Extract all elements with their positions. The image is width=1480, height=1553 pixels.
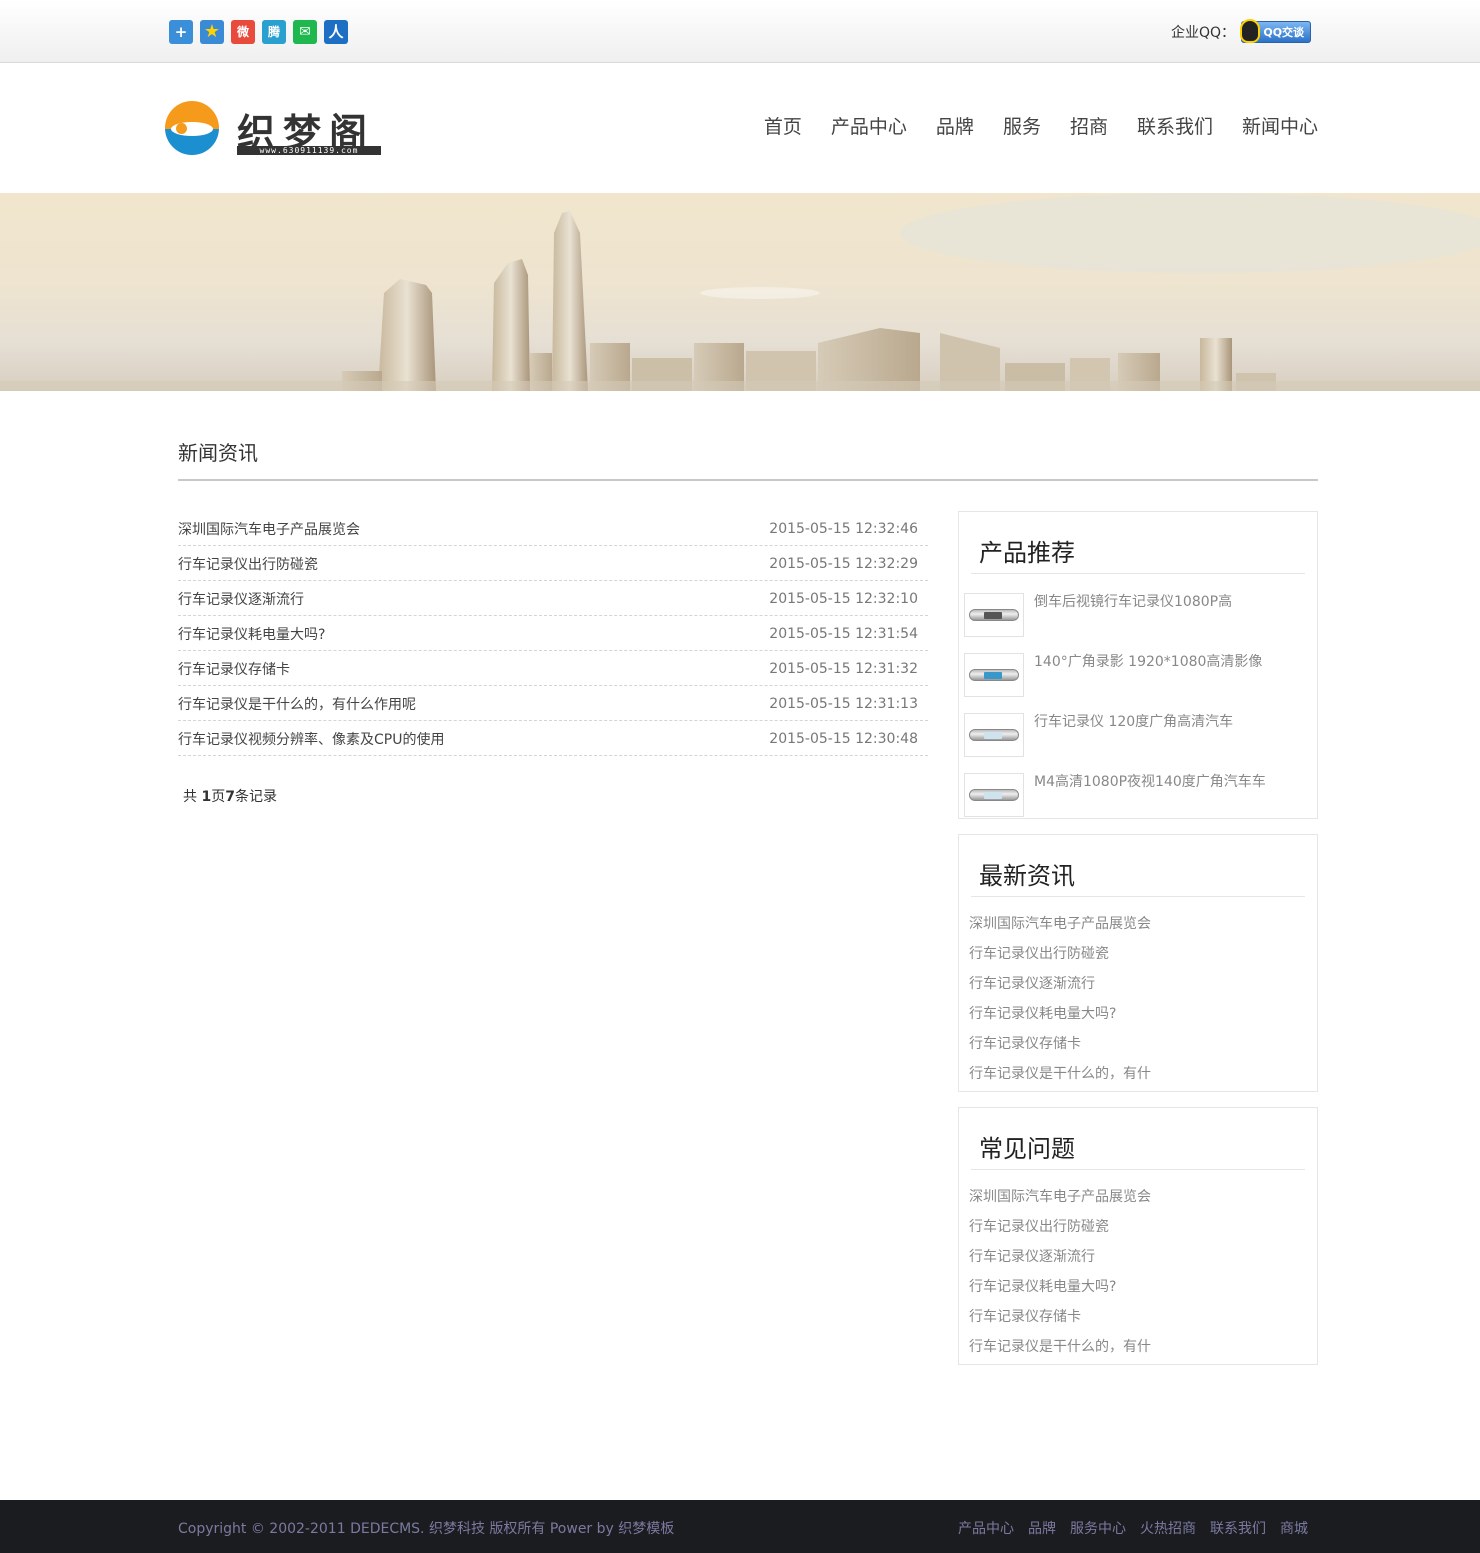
nav-brand[interactable]: 品牌 — [936, 112, 974, 139]
footer-link-products[interactable]: 产品中心 — [958, 1518, 1014, 1538]
page-title: 新闻资讯 — [178, 441, 258, 465]
news-title[interactable]: 行车记录仪耗电量大吗? — [178, 624, 325, 644]
nav-service[interactable]: 服务 — [1003, 112, 1041, 139]
product-thumb[interactable] — [964, 713, 1024, 757]
city-skyline-banner — [0, 193, 1480, 391]
news-row[interactable]: 行车记录仪逐渐流行 2015-05-15 12:32:10 — [178, 581, 928, 616]
footer-link-contact[interactable]: 联系我们 — [1210, 1518, 1266, 1538]
news-date: 2015-05-15 12:32:46 — [769, 521, 918, 537]
latest-news-item[interactable]: 深圳国际汽车电子产品展览会 — [969, 913, 1307, 943]
nav-news[interactable]: 新闻中心 — [1242, 112, 1318, 139]
nav-investment[interactable]: 招商 — [1070, 112, 1108, 139]
footer-link-investment[interactable]: 火热招商 — [1140, 1518, 1196, 1538]
news-date: 2015-05-15 12:31:13 — [769, 696, 918, 712]
favorite-star-icon[interactable]: ★ — [200, 20, 224, 44]
product-name[interactable]: 140°广角录影 1920*1080高清影像 — [1034, 651, 1262, 671]
news-row[interactable]: 行车记录仪耗电量大吗? 2015-05-15 12:31:54 — [178, 616, 928, 651]
logo-url: www.630911139.com — [237, 146, 381, 155]
top-bar: + ★ 微 腾 ✉ 人 企业QQ： QQ交谈 — [0, 0, 1480, 63]
faq-title: 常见问题 — [971, 1129, 1305, 1170]
qq-penguin-icon — [1240, 19, 1261, 43]
nav-products[interactable]: 产品中心 — [831, 112, 907, 139]
product-item[interactable]: 行车记录仪 120度广角高清汽车 — [959, 711, 1317, 771]
news-date: 2015-05-15 12:30:48 — [769, 731, 918, 747]
pager-suffix: 条记录 — [234, 789, 277, 805]
faq-item[interactable]: 行车记录仪逐渐流行 — [969, 1246, 1307, 1276]
product-thumb[interactable] — [964, 773, 1024, 817]
wechat-icon[interactable]: ✉ — [293, 20, 317, 44]
news-row[interactable]: 深圳国际汽车电子产品展览会 2015-05-15 12:32:46 — [178, 511, 928, 546]
faq-item[interactable]: 行车记录仪是干什么的，有什 — [969, 1336, 1307, 1366]
footer-links: 产品中心 品牌 服务中心 火热招商 联系我们 商城 — [958, 1518, 1308, 1538]
news-title[interactable]: 行车记录仪视频分辨率、像素及CPU的使用 — [178, 729, 444, 749]
latest-news-box: 最新资讯 深圳国际汽车电子产品展览会 行车记录仪出行防碰瓷 行车记录仪逐渐流行 … — [958, 834, 1318, 1092]
pager-pages: 1 — [201, 789, 212, 805]
faq-item[interactable]: 行车记录仪耗电量大吗? — [969, 1276, 1307, 1306]
pager-prefix: 共 — [183, 789, 202, 805]
news-date: 2015-05-15 12:32:29 — [769, 556, 918, 572]
news-row[interactable]: 行车记录仪出行防碰瓷 2015-05-15 12:32:29 — [178, 546, 928, 581]
footer-link-service[interactable]: 服务中心 — [1070, 1518, 1126, 1538]
footer: Copyright © 2002-2011 DEDECMS. 织梦科技 版权所有… — [0, 1500, 1480, 1553]
latest-news-title: 最新资讯 — [971, 856, 1305, 897]
qq-label: 企业QQ： — [1171, 25, 1236, 41]
qq-chat-button[interactable]: QQ交谈 — [1240, 19, 1312, 43]
pager-count: 7 — [225, 789, 235, 805]
nav-contact[interactable]: 联系我们 — [1137, 112, 1213, 139]
nav-home[interactable]: 首页 — [764, 112, 802, 139]
main-nav: 首页 产品中心 品牌 服务 招商 联系我们 新闻中心 — [764, 112, 1318, 139]
pager-mid: 页 — [211, 789, 226, 805]
product-thumb[interactable] — [964, 653, 1024, 697]
faq-item[interactable]: 行车记录仪出行防碰瓷 — [969, 1216, 1307, 1246]
product-thumb[interactable] — [964, 593, 1024, 637]
news-title[interactable]: 行车记录仪出行防碰瓷 — [178, 554, 318, 574]
news-date: 2015-05-15 12:32:10 — [769, 591, 918, 607]
news-date: 2015-05-15 12:31:54 — [769, 626, 918, 642]
tencent-weibo-icon[interactable]: 腾 — [262, 20, 286, 44]
latest-news-item[interactable]: 行车记录仪是干什么的，有什 — [969, 1063, 1307, 1093]
site-logo[interactable]: 织梦阁 www.630911139.com — [165, 100, 385, 160]
product-recommend-box: 产品推荐 倒车后视镜行车记录仪1080P高 140°广角录影 1920*1080… — [958, 511, 1318, 819]
news-title[interactable]: 行车记录仪是干什么的，有什么作用呢 — [178, 694, 416, 714]
footer-link-brand[interactable]: 品牌 — [1028, 1518, 1056, 1538]
product-name[interactable]: 倒车后视镜行车记录仪1080P高 — [1034, 591, 1232, 611]
title-divider — [178, 479, 1318, 481]
renren-icon[interactable]: 人 — [324, 20, 348, 44]
product-item[interactable]: M4高清1080P夜视140度广角汽车车 — [959, 771, 1317, 831]
product-name[interactable]: 行车记录仪 120度广角高清汽车 — [1034, 711, 1233, 731]
faq-item[interactable]: 行车记录仪存储卡 — [969, 1306, 1307, 1336]
product-item[interactable]: 倒车后视镜行车记录仪1080P高 — [959, 591, 1317, 651]
news-row[interactable]: 行车记录仪是干什么的，有什么作用呢 2015-05-15 12:31:13 — [178, 686, 928, 721]
faq-item[interactable]: 深圳国际汽车电子产品展览会 — [969, 1186, 1307, 1216]
latest-news-item[interactable]: 行车记录仪逐渐流行 — [969, 973, 1307, 1003]
news-row[interactable]: 行车记录仪存储卡 2015-05-15 12:31:32 — [178, 651, 928, 686]
logo-mark-icon — [165, 101, 219, 155]
footer-link-shop[interactable]: 商城 — [1280, 1518, 1308, 1538]
weibo-icon[interactable]: 微 — [231, 20, 255, 44]
faq-list: 深圳国际汽车电子产品展览会 行车记录仪出行防碰瓷 行车记录仪逐渐流行 行车记录仪… — [959, 1170, 1317, 1372]
qq-chat-label: QQ交谈 — [1263, 26, 1305, 39]
faq-box: 常见问题 深圳国际汽车电子产品展览会 行车记录仪出行防碰瓷 行车记录仪逐渐流行 … — [958, 1107, 1318, 1365]
product-name[interactable]: M4高清1080P夜视140度广角汽车车 — [1034, 771, 1266, 791]
copyright: Copyright © 2002-2011 DEDECMS. 织梦科技 版权所有… — [178, 1521, 675, 1537]
qq-contact: 企业QQ： QQ交谈 — [1171, 19, 1312, 44]
news-list: 深圳国际汽车电子产品展览会 2015-05-15 12:32:46 行车记录仪出行… — [178, 511, 928, 756]
news-row[interactable]: 行车记录仪视频分辨率、像素及CPU的使用 2015-05-15 12:30:48 — [178, 721, 928, 756]
skyline-image — [0, 193, 1480, 391]
latest-news-list: 深圳国际汽车电子产品展览会 行车记录仪出行防碰瓷 行车记录仪逐渐流行 行车记录仪… — [959, 897, 1317, 1099]
news-title[interactable]: 深圳国际汽车电子产品展览会 — [178, 519, 360, 539]
share-icons: + ★ 微 腾 ✉ 人 — [169, 20, 348, 44]
latest-news-item[interactable]: 行车记录仪出行防碰瓷 — [969, 943, 1307, 973]
news-date: 2015-05-15 12:31:32 — [769, 661, 918, 677]
product-recommend-title: 产品推荐 — [971, 533, 1305, 574]
product-item[interactable]: 140°广角录影 1920*1080高清影像 — [959, 651, 1317, 711]
latest-news-item[interactable]: 行车记录仪耗电量大吗? — [969, 1003, 1307, 1033]
news-title[interactable]: 行车记录仪存储卡 — [178, 659, 290, 679]
news-title[interactable]: 行车记录仪逐渐流行 — [178, 589, 304, 609]
pagination-info: 共 1页7条记录 — [183, 786, 277, 806]
plus-icon[interactable]: + — [169, 20, 193, 44]
latest-news-item[interactable]: 行车记录仪存储卡 — [969, 1033, 1307, 1063]
